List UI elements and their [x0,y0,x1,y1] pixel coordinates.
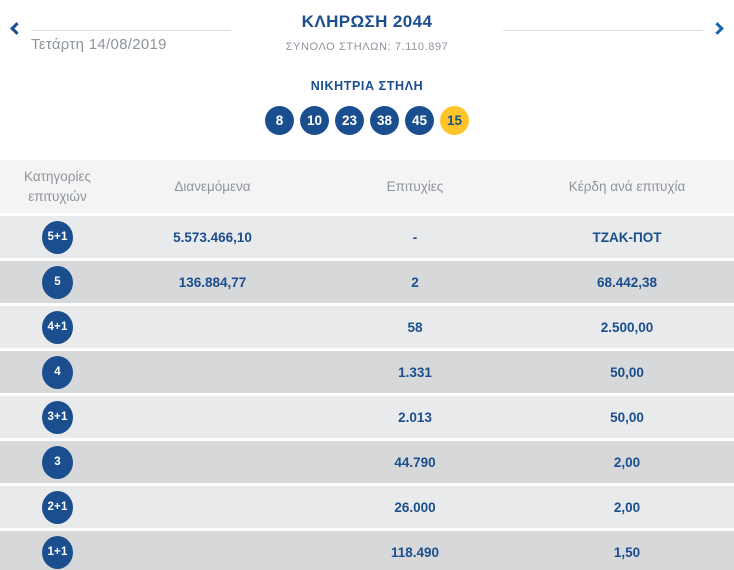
table-row: 5 136.884,77 2 68.442,38 [0,261,734,303]
table-header-row: Κατηγορίες επιτυχιών Διανεμόμενα Επιτυχί… [0,160,734,213]
winning-number-ball: 23 [335,106,364,135]
category-badge: 4 [42,356,73,389]
column-header-winnings: Κέρδη ανά επιτυχία [520,177,734,197]
table-row: 1+1 118.490 1,50 [0,531,734,570]
winning-number-ball: 10 [300,106,329,135]
category-badge: 5+1 [42,221,73,254]
table-row: 3+1 2.013 50,00 [0,396,734,438]
winnings-value: 2,00 [520,455,734,470]
table-row: 2+1 26.000 2,00 [0,486,734,528]
draw-header-center: ΚΛΗΡΩΣΗ 2044 ΣΥΝΟΛΟ ΣΤΗΛΩΝ: 7.110.897 [0,12,734,53]
table-row: 5+1 5.573.466,10 - ΤΖΑΚ-ΠΟΤ [0,216,734,258]
hits-value: 26.000 [310,500,520,515]
winning-numbers: 8 10 23 38 45 15 [0,106,734,135]
hits-value: 58 [310,320,520,335]
category-badge: 1+1 [42,536,73,569]
table-body: 5+1 5.573.466,10 - ΤΖΑΚ-ΠΟΤ 5 136.884,77… [0,216,734,570]
hits-value: 2.013 [310,410,520,425]
category-badge: 2+1 [42,491,73,524]
winning-number-ball: 8 [265,106,294,135]
distributed-value: 136.884,77 [115,275,310,290]
winning-column-section: ΝΙΚΗΤΡΙΑ ΣΤΗΛΗ 8 10 23 38 45 15 [0,62,734,160]
hits-value: 118.490 [310,545,520,560]
column-header-distributed: Διανεμόμενα [115,177,310,197]
category-badge: 3 [42,446,73,479]
hits-value: 44.790 [310,455,520,470]
hits-value: 1.331 [310,365,520,380]
hits-value: 2 [310,275,520,290]
column-header-categories: Κατηγορίες επιτυχιών [0,167,115,206]
divider-right [503,30,703,31]
table-row: 4+1 58 2.500,00 [0,306,734,348]
hits-value: - [310,230,520,245]
winnings-value: 2.500,00 [520,320,734,335]
winnings-value: 68.442,38 [520,275,734,290]
category-badge: 5 [42,266,73,299]
draw-title: ΚΛΗΡΩΣΗ 2044 [0,12,734,32]
total-columns-label: ΣΥΝΟΛΟ ΣΤΗΛΩΝ: 7.110.897 [0,41,734,53]
winning-number-ball: 45 [405,106,434,135]
joker-number-ball: 15 [440,106,469,135]
category-badge: 4+1 [42,311,73,344]
winning-number-ball: 38 [370,106,399,135]
prize-tiers-table: Κατηγορίες επιτυχιών Διανεμόμενα Επιτυχί… [0,160,734,570]
winnings-value: 1,50 [520,545,734,560]
table-row: 4 1.331 50,00 [0,351,734,393]
category-badge: 3+1 [42,401,73,434]
winnings-value: ΤΖΑΚ-ΠΟΤ [520,230,734,245]
winnings-value: 50,00 [520,365,734,380]
joker-draw-results-page: Τετάρτη 14/08/2019 ΚΛΗΡΩΣΗ 2044 ΣΥΝΟΛΟ Σ… [0,0,734,570]
draw-header: Τετάρτη 14/08/2019 ΚΛΗΡΩΣΗ 2044 ΣΥΝΟΛΟ Σ… [0,0,734,62]
table-row: 3 44.790 2,00 [0,441,734,483]
column-header-hits: Επιτυχίες [310,177,520,197]
winnings-value: 50,00 [520,410,734,425]
distributed-value: 5.573.466,10 [115,230,310,245]
winning-column-title: ΝΙΚΗΤΡΙΑ ΣΤΗΛΗ [0,79,734,93]
winnings-value: 2,00 [520,500,734,515]
